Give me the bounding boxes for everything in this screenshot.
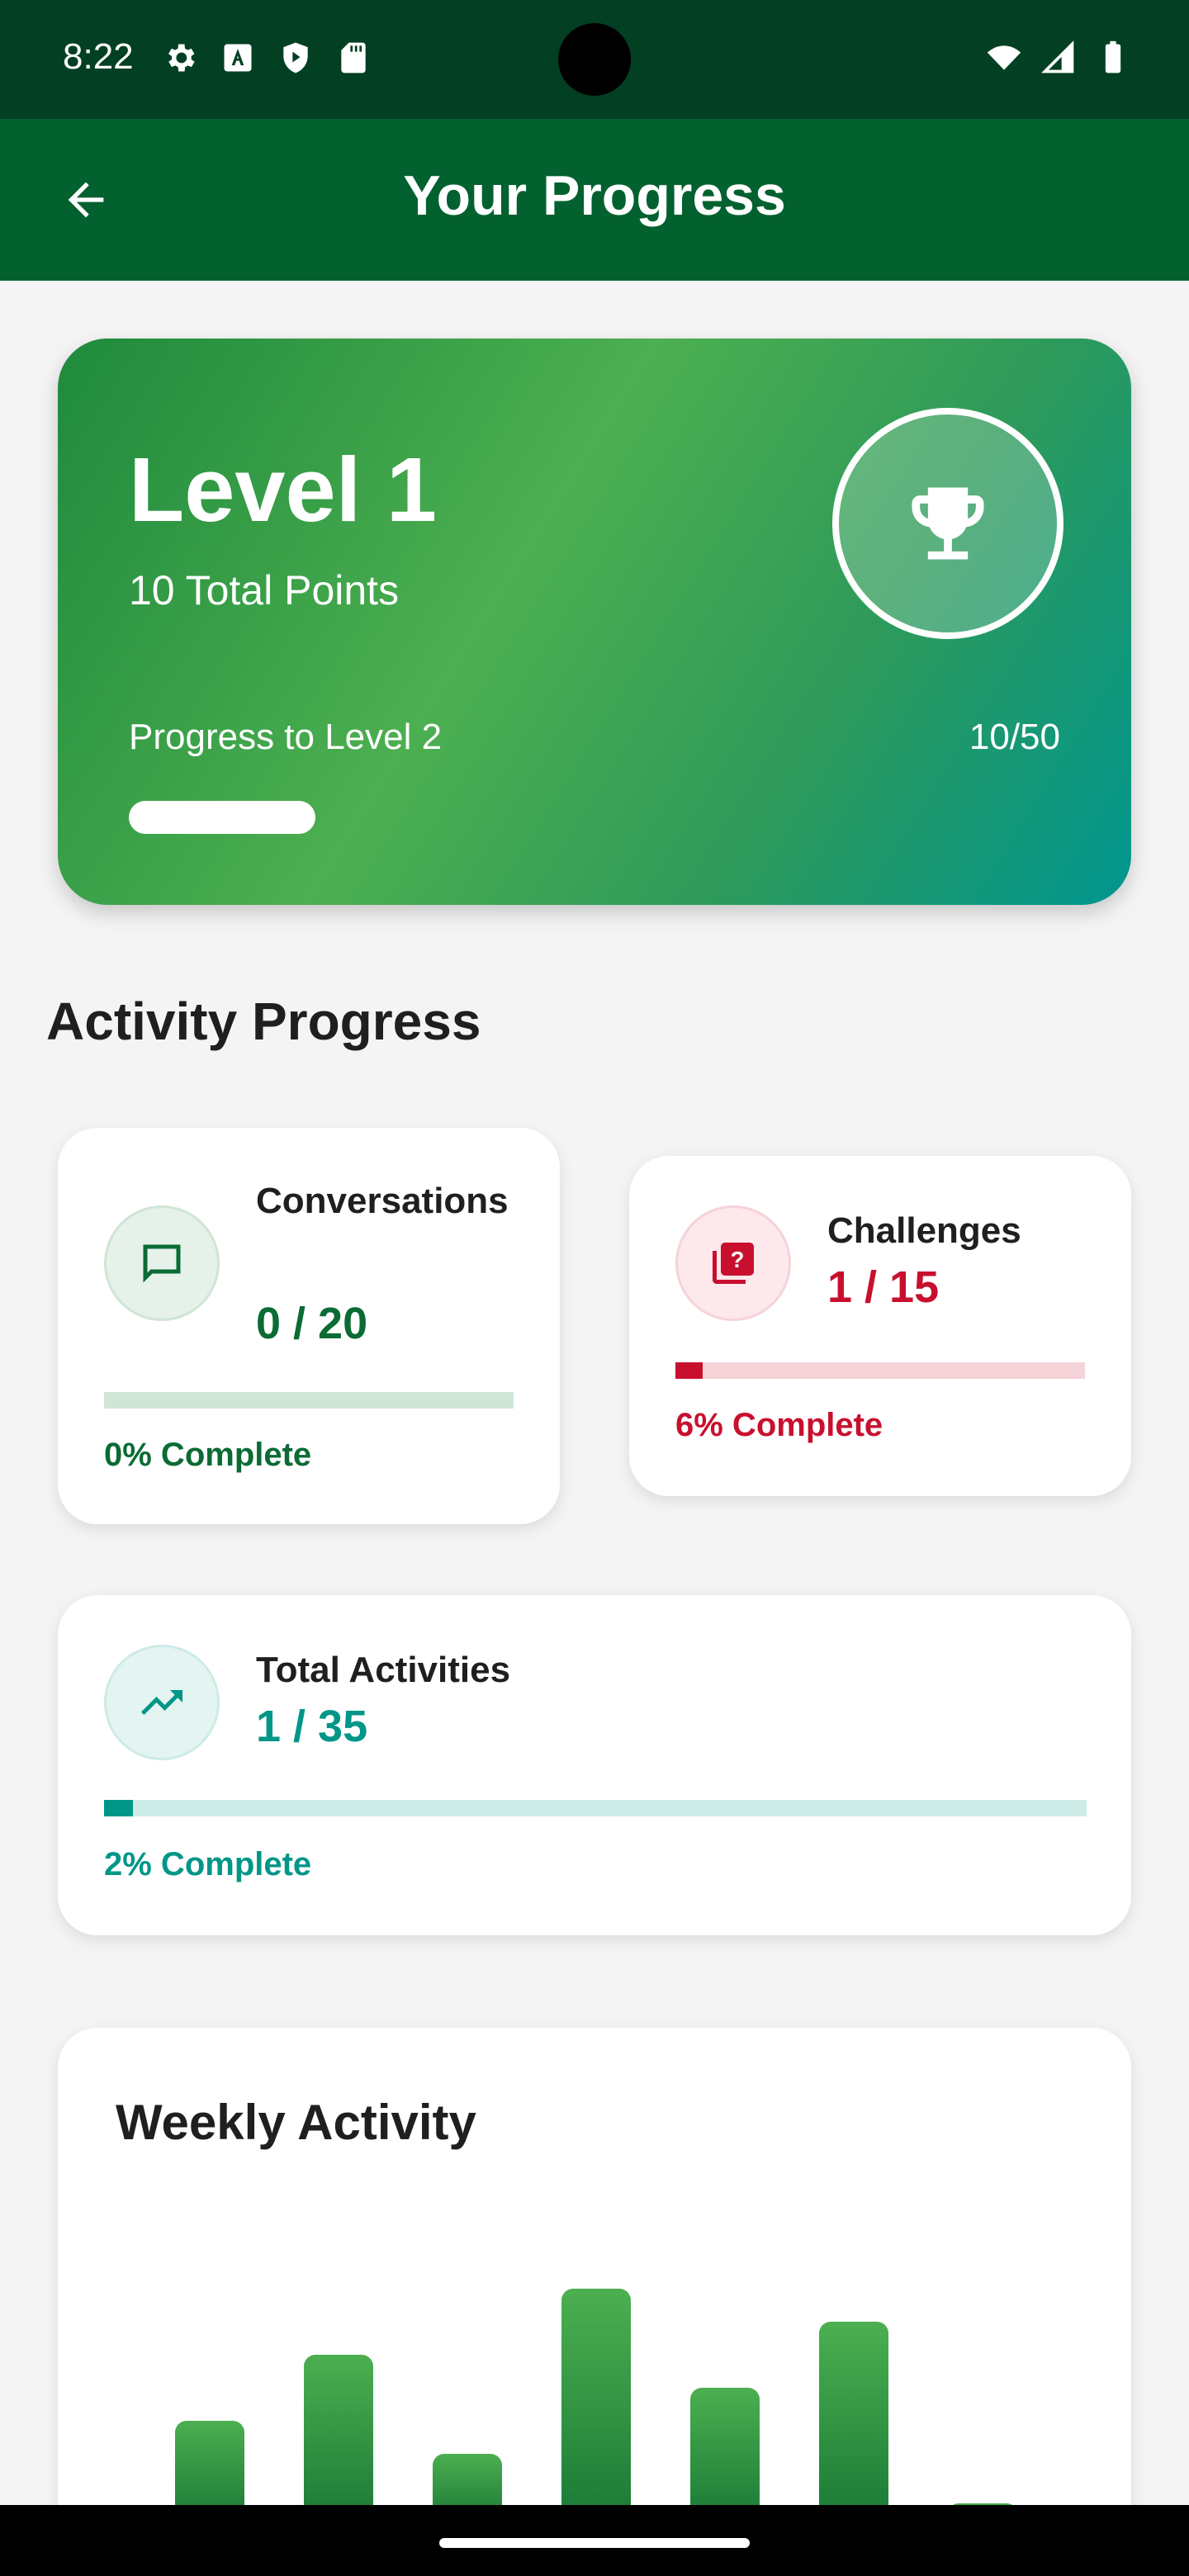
chat-icon xyxy=(143,1244,181,1283)
conversations-icon-badge xyxy=(104,1205,220,1321)
total-points: 10 Total Points xyxy=(129,567,400,613)
total-activities-progress-fill xyxy=(104,1800,133,1816)
level-progress-label: Progress to Level 2 xyxy=(129,717,443,757)
app-bar: Your Progress xyxy=(0,119,1189,281)
total-activities-value: 1 / 35 xyxy=(256,1702,368,1751)
home-gesture-handle[interactable] xyxy=(439,2538,750,2548)
challenges-percent: 6% Complete xyxy=(675,1407,883,1443)
total-activities-progress-bar xyxy=(104,1800,1087,1816)
conversations-progress-bar xyxy=(104,1392,514,1409)
battery-icon xyxy=(1095,40,1131,76)
weekly-bar-sat xyxy=(819,2322,888,2520)
quiz-cards-icon: ? xyxy=(713,1243,754,1284)
status-bar: 8:22 xyxy=(0,0,1189,119)
total-activities-icon-badge xyxy=(104,1645,220,1760)
settings-icon xyxy=(162,40,198,76)
challenges-progress-bar xyxy=(675,1362,1085,1379)
sd-card-icon xyxy=(335,40,372,76)
status-icons-left xyxy=(162,40,372,76)
challenges-label: Challenges xyxy=(827,1210,1021,1251)
trophy-badge xyxy=(832,408,1063,639)
challenges-progress-fill xyxy=(675,1362,703,1379)
status-icons-right xyxy=(986,40,1131,76)
total-activities-card[interactable]: Total Activities 1 / 35 2% Complete xyxy=(58,1595,1131,1935)
weekly-activity-card: Weekly Activity MonTueWedThuFriSatSun xyxy=(58,2028,1131,2576)
activity-progress-title: Activity Progress xyxy=(46,992,481,1051)
level-progress-fill xyxy=(129,801,315,834)
trending-up-icon xyxy=(141,1690,182,1715)
level-progress-count: 10/50 xyxy=(969,717,1060,757)
level-progress-bar xyxy=(129,801,1060,834)
level-card: Level 1 10 Total Points Progress to Leve… xyxy=(58,339,1131,905)
camera-cutout xyxy=(558,23,631,96)
weekly-bar-fri xyxy=(690,2388,760,2520)
level-title: Level 1 xyxy=(129,439,438,541)
weekly-activity-title: Weekly Activity xyxy=(116,2095,476,2150)
total-activities-label: Total Activities xyxy=(256,1650,511,1690)
total-activities-percent: 2% Complete xyxy=(104,1846,312,1882)
conversations-card[interactable]: Conversations 0 / 20 0% Complete xyxy=(58,1128,560,1524)
wifi-icon xyxy=(986,40,1022,76)
cellular-icon xyxy=(1040,40,1077,76)
conversations-value: 0 / 20 xyxy=(256,1299,368,1348)
trophy-icon xyxy=(912,487,984,560)
shield-play-icon xyxy=(277,40,314,76)
page-title: Your Progress xyxy=(403,164,786,227)
conversations-label: Conversations xyxy=(256,1181,509,1221)
weekly-bar-tue xyxy=(304,2355,373,2520)
svg-text:?: ? xyxy=(731,1247,745,1272)
status-time: 8:22 xyxy=(63,36,134,77)
weekly-bar-thu xyxy=(561,2289,631,2520)
challenges-icon-badge: ? xyxy=(675,1205,791,1321)
font-icon xyxy=(220,40,256,76)
challenges-card[interactable]: ? Challenges 1 / 15 6% Complete xyxy=(629,1156,1131,1496)
system-nav-bar xyxy=(0,2505,1189,2576)
conversations-percent: 0% Complete xyxy=(104,1437,312,1473)
challenges-value: 1 / 15 xyxy=(827,1262,940,1312)
